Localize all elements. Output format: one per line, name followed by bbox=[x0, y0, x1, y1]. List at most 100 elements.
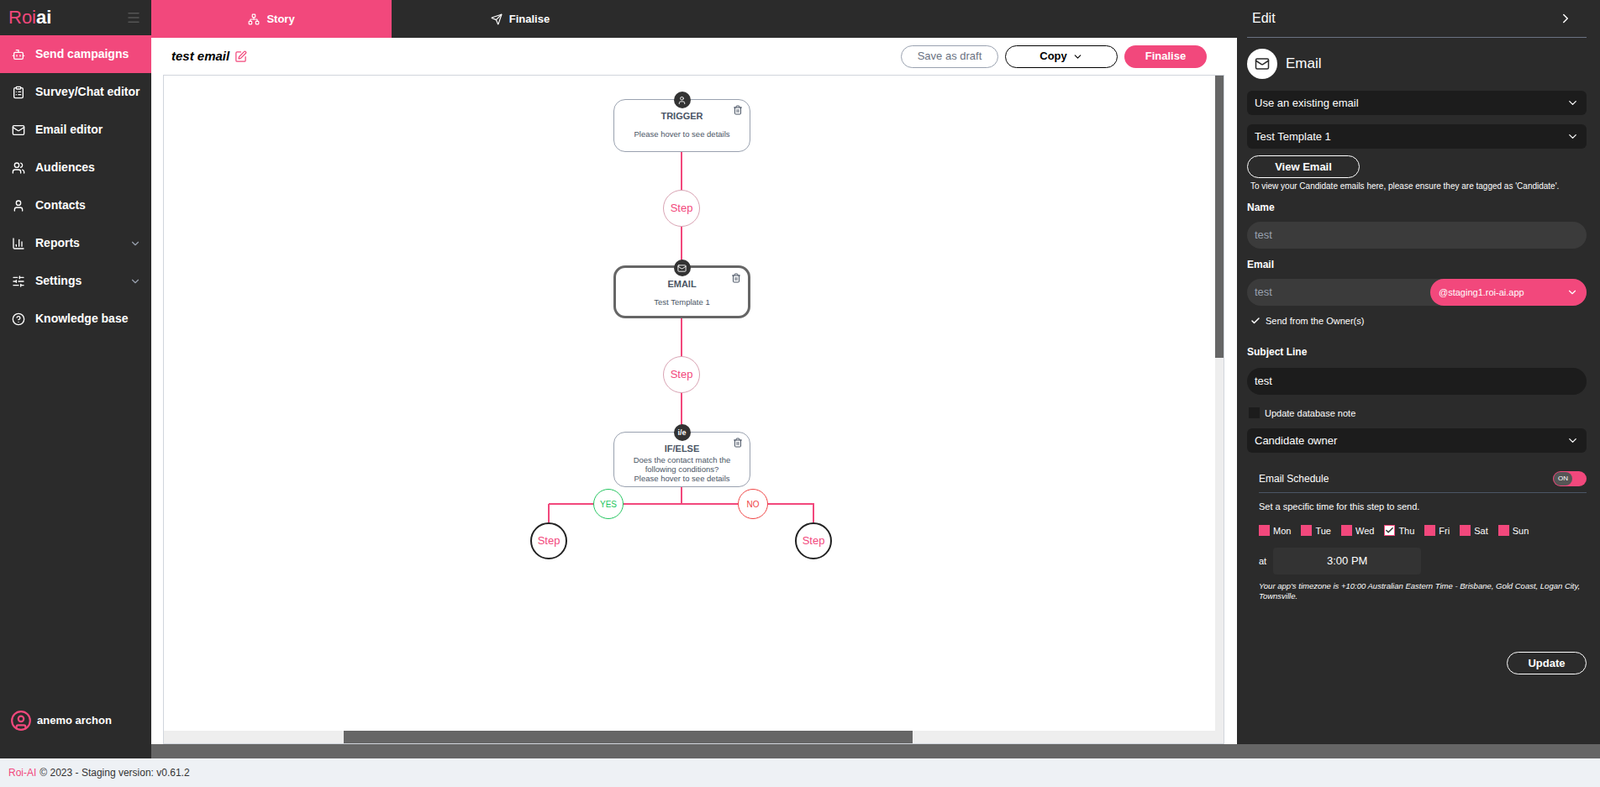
connector-line bbox=[548, 503, 815, 506]
sidebar-item-icon bbox=[11, 123, 26, 137]
node-badge bbox=[673, 91, 691, 109]
story-header: test email Save as draftCopyFinalise bbox=[151, 37, 1237, 75]
logo[interactable]: Roiai bbox=[8, 8, 52, 27]
branch-label: NO bbox=[737, 489, 769, 520]
save-draft-button[interactable]: Save as draft bbox=[900, 45, 999, 69]
user-profile[interactable]: anemo archon bbox=[0, 710, 152, 732]
day-checkbox[interactable]: Thu bbox=[1384, 524, 1415, 539]
copy-button[interactable]: Copy bbox=[1005, 45, 1118, 69]
name-field[interactable]: test bbox=[1247, 221, 1587, 249]
sidebar-item[interactable]: Send campaigns bbox=[0, 35, 152, 74]
edit-panel: EditEmailUse an existing emailTest Templ… bbox=[1236, 0, 1600, 745]
step-button[interactable]: Step bbox=[794, 522, 832, 560]
chevron-down-icon bbox=[129, 237, 142, 250]
horizontal-scrollbar[interactable] bbox=[163, 731, 1224, 744]
day-list: Mon Tue Wed Thu Fri Sat Sun bbox=[1258, 524, 1587, 539]
day-checkbox[interactable]: Mon bbox=[1258, 524, 1291, 539]
connector-line bbox=[547, 504, 550, 523]
sidebar-item[interactable]: Audiences bbox=[0, 148, 152, 187]
timezone-text: Your app's timezone is +10:00 Australian… bbox=[1258, 581, 1587, 602]
node-badge bbox=[673, 259, 691, 277]
sidebar-item-icon bbox=[11, 236, 26, 251]
connector-line bbox=[812, 504, 815, 523]
owner-dropdown[interactable]: Candidate owner bbox=[1247, 428, 1587, 453]
connector-line bbox=[680, 484, 683, 505]
trash-icon[interactable] bbox=[732, 105, 743, 116]
source-dropdown[interactable]: Use an existing email bbox=[1247, 90, 1587, 116]
sidebar-item-icon bbox=[11, 199, 26, 213]
day-checkbox[interactable]: Sat bbox=[1459, 524, 1489, 539]
sidebar-item[interactable]: Survey/Chat editor bbox=[0, 73, 152, 111]
email-field[interactable]: test@staging1.roi-ai.app bbox=[1247, 278, 1587, 306]
template-dropdown[interactable]: Test Template 1 bbox=[1247, 124, 1587, 149]
trash-icon[interactable] bbox=[732, 437, 743, 448]
scrollbar-thumb[interactable] bbox=[1215, 75, 1224, 358]
chevron-down-icon bbox=[1072, 51, 1084, 63]
branch-label: YES bbox=[593, 489, 624, 520]
send-from-owner-checkbox[interactable]: Send from the Owner(s) bbox=[1247, 314, 1587, 329]
footer: Roi-AI© 2023 - Staging version: v0.61.2 bbox=[0, 758, 1600, 787]
campaign-title: test email bbox=[171, 47, 230, 67]
schedule-toggle[interactable]: ON bbox=[1552, 471, 1587, 487]
check-icon bbox=[1384, 526, 1395, 536]
update-note-checkbox[interactable]: Update database note bbox=[1247, 406, 1587, 422]
chevron-down-icon bbox=[1566, 434, 1579, 448]
step-button[interactable]: Step bbox=[530, 522, 568, 560]
story-canvas[interactable]: TRIGGERPlease hover to see details EMAILT… bbox=[163, 75, 1216, 732]
app: RoiaiSend campaignsSurvey/Chat editorEma… bbox=[0, 0, 1600, 787]
day-checkbox[interactable]: Tue bbox=[1300, 524, 1332, 539]
trash-icon[interactable] bbox=[731, 273, 742, 284]
sidebar-item-icon bbox=[11, 312, 26, 327]
collapse-icon[interactable] bbox=[1557, 10, 1574, 27]
schedule-section: Email ScheduleONSet a specific time for … bbox=[1247, 464, 1587, 602]
canvas: TRIGGERPlease hover to see details EMAILT… bbox=[163, 74, 1225, 745]
sidebar-item[interactable]: Reports bbox=[0, 224, 152, 263]
menu-icon[interactable] bbox=[126, 10, 142, 26]
bottom-band bbox=[151, 744, 1600, 759]
mail-icon bbox=[1254, 56, 1270, 72]
day-checkbox[interactable]: Fri bbox=[1424, 524, 1450, 539]
sidebar-item[interactable]: Contacts bbox=[0, 186, 152, 225]
flow-node[interactable]: TRIGGERPlease hover to see details bbox=[613, 99, 751, 153]
user-icon bbox=[677, 95, 687, 106]
logo-row: Roiai bbox=[0, 0, 152, 36]
sidebar-item-icon bbox=[11, 85, 26, 100]
tab[interactable]: Story bbox=[151, 0, 392, 38]
subject-field[interactable]: test bbox=[1247, 368, 1587, 395]
sidebar-item-icon bbox=[11, 47, 26, 62]
mail-icon bbox=[677, 263, 687, 274]
time-field[interactable]: 3:00 PM bbox=[1273, 547, 1422, 575]
tab[interactable]: Finalise bbox=[391, 0, 649, 38]
flow-node[interactable]: i/eIF/ELSEDoes the contact match the fol… bbox=[613, 431, 751, 488]
finalise-button[interactable]: Finalise bbox=[1124, 45, 1207, 69]
day-checkbox[interactable]: Wed bbox=[1341, 524, 1374, 539]
chevron-down-icon bbox=[1566, 96, 1579, 110]
chevron-down-icon bbox=[1566, 286, 1579, 299]
update-button[interactable]: Update bbox=[1506, 652, 1587, 675]
send-icon bbox=[490, 13, 503, 26]
user-icon bbox=[10, 710, 32, 732]
vertical-scrollbar[interactable] bbox=[1215, 75, 1224, 732]
sidebar-item[interactable]: Knowledge base bbox=[0, 300, 152, 338]
main-area: StoryFinalisetest emailSave as draftCopy… bbox=[151, 0, 1237, 745]
scrollbar-thumb[interactable] bbox=[343, 731, 913, 744]
sidebar-item-icon bbox=[11, 161, 26, 175]
sidebar-item[interactable]: Settings bbox=[0, 262, 152, 300]
panel-header: Edit bbox=[1247, 0, 1587, 38]
node-badge: i/e bbox=[673, 424, 691, 442]
sidebar-item-icon bbox=[11, 274, 26, 289]
step-button[interactable]: Step bbox=[663, 189, 700, 227]
flow-node[interactable]: EMAILTest Template 1 bbox=[613, 265, 751, 319]
tab-bar: StoryFinalise bbox=[151, 0, 1237, 38]
story-icon bbox=[247, 13, 260, 26]
day-checkbox[interactable]: Sun bbox=[1498, 524, 1530, 539]
domain-select[interactable]: @staging1.roi-ai.app bbox=[1430, 278, 1587, 306]
chevron-down-icon bbox=[1566, 130, 1579, 143]
step-button[interactable]: Step bbox=[663, 356, 700, 394]
schedule-hint: Set a specific time for this step to sen… bbox=[1258, 500, 1587, 515]
edit-icon[interactable] bbox=[234, 50, 248, 64]
sidebar-item[interactable]: Email editor bbox=[0, 110, 152, 149]
view-email-button[interactable]: View Email bbox=[1247, 155, 1360, 179]
info-text: To view your Candidate emails here, plea… bbox=[1247, 181, 1587, 192]
chevron-down-icon bbox=[129, 275, 142, 288]
